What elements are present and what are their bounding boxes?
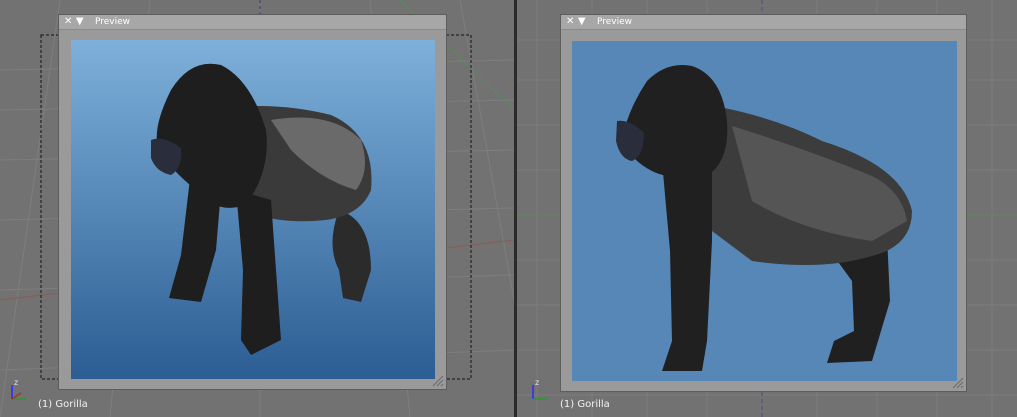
axis-z-label: z: [535, 378, 540, 387]
resize-handle-icon[interactable]: [432, 375, 444, 387]
close-icon[interactable]: ✕: [64, 16, 72, 27]
axis-gizmo-icon: [11, 385, 26, 400]
preview-header[interactable]: ✕ ▼ Preview: [561, 15, 966, 30]
axis-gizmo-icon: [532, 385, 547, 400]
resize-handle-icon[interactable]: [952, 377, 964, 389]
menu-icon[interactable]: ▼: [578, 16, 586, 27]
gorilla-render: [616, 65, 912, 371]
axis-z-label: z: [14, 378, 19, 387]
preview-title: Preview: [597, 17, 633, 27]
render-area: [71, 40, 435, 379]
preview-panel[interactable]: ✕ ▼ Preview: [58, 14, 447, 390]
preview-header[interactable]: ✕ ▼ Preview: [59, 15, 446, 30]
object-status: (1) Gorilla: [560, 399, 610, 410]
preview-title: Preview: [95, 17, 131, 27]
viewport-right[interactable]: ✕ ▼ Preview z (1) Gorilla: [517, 0, 1017, 417]
object-status: (1) Gorilla: [38, 399, 88, 410]
render-area: [572, 41, 957, 381]
preview-panel[interactable]: ✕ ▼ Preview: [560, 14, 967, 392]
close-icon[interactable]: ✕: [566, 16, 574, 27]
gorilla-render: [151, 63, 372, 355]
menu-icon[interactable]: ▼: [76, 16, 84, 27]
viewport-left[interactable]: ✕ ▼ Preview z (1) Gorilla: [0, 0, 514, 417]
